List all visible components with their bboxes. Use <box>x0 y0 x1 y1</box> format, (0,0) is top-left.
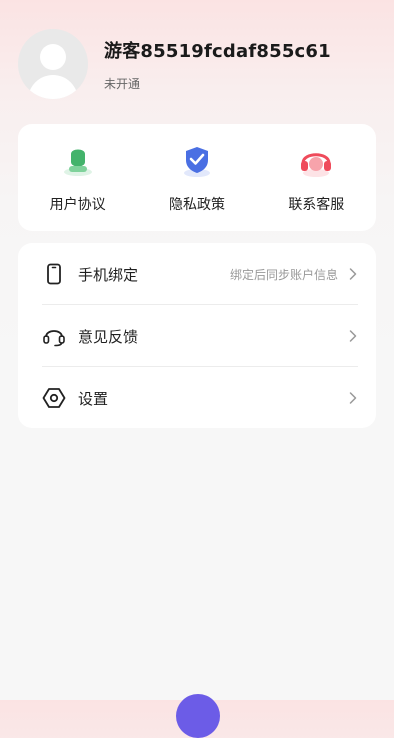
menu-item-feedback[interactable]: 意见反馈 <box>42 305 358 367</box>
phone-icon <box>42 262 66 286</box>
chevron-right-icon <box>348 391 358 405</box>
avatar-head <box>40 44 66 70</box>
quick-label-privacy-policy: 隐私政策 <box>168 196 225 213</box>
menu-item-phone-binding[interactable]: 手机绑定 绑定后同步账户信息 <box>42 243 358 305</box>
chevron-right-icon <box>348 329 358 343</box>
menu-hint-phone-binding: 绑定后同步账户信息 <box>229 267 338 282</box>
menu-label-settings: 设置 <box>78 389 109 408</box>
menu-label-phone-binding: 手机绑定 <box>78 265 139 284</box>
quick-item-privacy-policy[interactable]: 隐私政策 <box>147 142 247 214</box>
chevron-right-icon <box>348 267 358 281</box>
username: 游客85519fcdaf855c61 <box>104 40 331 62</box>
user-agreement-icon <box>58 142 98 182</box>
profile-text: 游客85519fcdaf855c61 未开通 <box>104 37 331 92</box>
avatar[interactable] <box>18 29 88 99</box>
quick-label-contact-service: 联系客服 <box>288 196 345 213</box>
customer-service-headset-icon <box>296 142 336 182</box>
membership-status: 未开通 <box>104 76 141 91</box>
quick-label-user-agreement: 用户协议 <box>49 196 106 213</box>
menu-card: 手机绑定 绑定后同步账户信息 意见反馈 设置 <box>18 243 376 428</box>
menu-item-settings[interactable]: 设置 <box>42 367 358 429</box>
headset-icon <box>42 324 66 348</box>
bottom-center-tab-button[interactable] <box>176 694 220 738</box>
menu-label-feedback: 意见反馈 <box>78 327 139 346</box>
quick-item-contact-service[interactable]: 联系客服 <box>266 142 366 214</box>
quick-item-user-agreement[interactable]: 用户协议 <box>28 142 128 214</box>
profile-header[interactable]: 游客85519fcdaf855c61 未开通 <box>18 28 378 100</box>
avatar-shoulders <box>28 75 78 99</box>
quick-actions-card: 用户协议 隐私政策 联系客服 <box>18 124 376 231</box>
settings-hexagon-icon <box>42 386 66 410</box>
privacy-shield-icon <box>177 142 217 182</box>
